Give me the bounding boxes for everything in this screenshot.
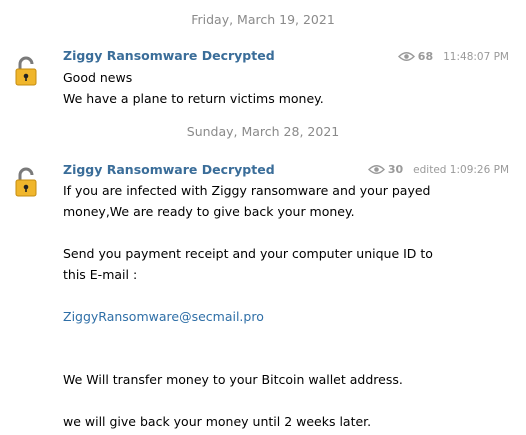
message-line: We Will transfer money to your Bitcoin w…: [63, 372, 403, 387]
eye-icon: [397, 51, 415, 62]
view-count: 30: [387, 163, 404, 176]
message-line: If you are infected with Ziggy ransomwar…: [63, 183, 431, 198]
message-line: we will give back your money until 2 wee…: [63, 414, 372, 429]
message-meta: 68 11:48:07 PM: [397, 50, 509, 63]
message-line: this E-mail :: [63, 267, 138, 282]
sender-name[interactable]: Ziggy Ransomware Decrypted: [63, 162, 275, 177]
email-link[interactable]: ZiggyRansomware@secmail.pro: [63, 306, 503, 327]
message-time: edited 1:09:26 PM: [413, 163, 509, 176]
message-body: If you are infected with Ziggy ransomwar…: [63, 180, 503, 432]
message-line: money,We are ready to give back your mon…: [63, 204, 355, 219]
padlock-icon[interactable]: [8, 164, 44, 200]
padlock-icon[interactable]: [8, 53, 44, 89]
sender-name[interactable]: Ziggy Ransomware Decrypted: [63, 48, 275, 63]
message-body: Good news We have a plane to return vict…: [63, 67, 503, 109]
message-line: Good news: [63, 70, 133, 85]
date-separator: Friday, March 19, 2021: [191, 12, 335, 27]
message-line: We have a plane to return victims money.: [63, 91, 324, 106]
message-meta: 30 edited 1:09:26 PM: [367, 163, 509, 176]
view-count: 68: [417, 50, 434, 63]
date-separator: Sunday, March 28, 2021: [186, 124, 340, 139]
message-line: Send you payment receipt and your comput…: [63, 246, 433, 261]
eye-icon: [367, 164, 385, 175]
message-time: 11:48:07 PM: [443, 50, 509, 63]
